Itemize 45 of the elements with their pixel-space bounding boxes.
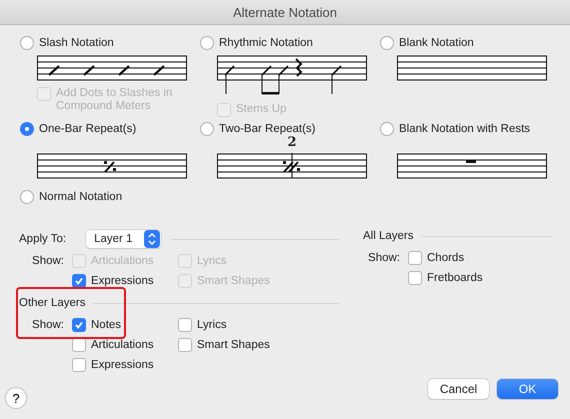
checkbox-label[interactable]: Expressions	[91, 359, 154, 371]
option-label[interactable]: Blank Notation	[399, 37, 474, 49]
checkbox[interactable]	[72, 358, 86, 372]
option-label[interactable]: Slash Notation	[39, 37, 114, 49]
checkbox[interactable]	[178, 338, 192, 352]
radio-button[interactable]	[20, 36, 34, 50]
option-label[interactable]: One-Bar Repeat(s)	[39, 123, 136, 135]
stepper-icon	[144, 230, 160, 248]
checkbox[interactable]	[72, 318, 86, 332]
repeat-count: 2	[287, 137, 297, 149]
checkbox[interactable]	[178, 318, 192, 332]
section-title: Other Layers	[19, 297, 86, 309]
section-title: All Layers	[363, 230, 414, 242]
option-label[interactable]: Two-Bar Repeat(s)	[219, 123, 316, 135]
checkbox[interactable]	[408, 271, 422, 285]
ok-button[interactable]: OK	[497, 379, 558, 399]
check-icon	[74, 320, 84, 330]
radio-button[interactable]	[20, 122, 34, 136]
option-label[interactable]: Blank Notation with Rests	[399, 123, 530, 135]
checkbox-label[interactable]: Notes	[91, 319, 122, 331]
radio-button[interactable]	[20, 190, 34, 204]
radio-button[interactable]	[200, 36, 214, 50]
window-title: Alternate Notation	[232, 4, 338, 20]
radio-button[interactable]	[380, 122, 394, 136]
checkbox-label[interactable]: Expressions	[91, 275, 154, 287]
check-icon	[74, 276, 84, 286]
checkbox[interactable]	[72, 338, 86, 352]
checkbox-label[interactable]: Articulations	[91, 339, 154, 351]
show-label: Show:	[31, 318, 64, 333]
option-label[interactable]: Normal Notation	[39, 191, 122, 203]
checkbox[interactable]	[72, 274, 86, 288]
layer-dropdown[interactable]: Layer 1	[86, 230, 162, 248]
show-label: Show:	[31, 254, 64, 269]
help-button[interactable]: ?	[5, 387, 27, 409]
apply-to-label: Apply To:	[19, 233, 66, 245]
option-label[interactable]: Rhythmic Notation	[219, 37, 313, 49]
checkbox-label[interactable]: Fretboards	[427, 272, 483, 284]
checkbox-label[interactable]: Smart Shapes	[197, 339, 270, 351]
cancel-button[interactable]: Cancel	[428, 379, 489, 399]
radio-button[interactable]	[200, 122, 214, 136]
checkbox-label[interactable]: Chords	[427, 252, 464, 264]
checkbox-label[interactable]: Lyrics	[197, 319, 227, 331]
checkbox[interactable]	[408, 251, 422, 265]
show-label: Show:	[367, 251, 400, 266]
radio-button[interactable]	[380, 36, 394, 50]
